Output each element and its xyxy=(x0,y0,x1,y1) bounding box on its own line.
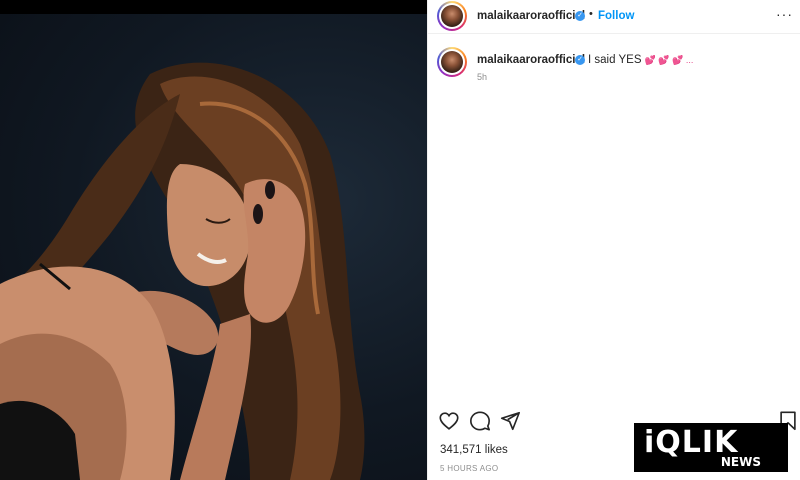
more-options-icon[interactable]: ··· xyxy=(776,6,793,22)
top-bar xyxy=(0,0,427,14)
caption-time: 5h xyxy=(477,72,488,82)
header-username[interactable]: malaikaaroraofficial xyxy=(477,10,585,22)
post-timestamp: 5 HOURS AGO xyxy=(440,464,499,473)
caption-username[interactable]: malaikaaroraofficial xyxy=(477,54,585,66)
post-detail-panel: malaikaaroraofficial ✓ • Follow ··· mala… xyxy=(427,0,800,480)
iqlik-news-logo: iQLIK NEWS xyxy=(634,423,788,472)
verified-badge-icon: ✓ xyxy=(575,11,585,21)
caption-message: I said YES xyxy=(588,54,642,66)
caption-avatar[interactable] xyxy=(437,47,467,77)
profile-avatar[interactable] xyxy=(437,1,467,31)
follow-button[interactable]: Follow xyxy=(598,10,634,22)
share-icon[interactable] xyxy=(499,410,521,432)
logo-sub-text: NEWS xyxy=(720,455,761,469)
separator-dot: • xyxy=(589,8,593,20)
caption-text: I said YES 💕 💕 💕 ... xyxy=(588,54,693,66)
photo-illustration xyxy=(0,62,365,480)
heart-icon[interactable] xyxy=(438,410,460,432)
post-photo[interactable] xyxy=(0,14,427,480)
caption-hearts: 💕 💕 💕 ... xyxy=(644,55,694,65)
likes-count[interactable]: 341,571 likes xyxy=(440,444,508,456)
post-header: malaikaaroraofficial ✓ • Follow ··· xyxy=(428,0,800,34)
comment-icon[interactable] xyxy=(469,410,491,432)
verified-badge-icon: ✓ xyxy=(575,55,585,65)
